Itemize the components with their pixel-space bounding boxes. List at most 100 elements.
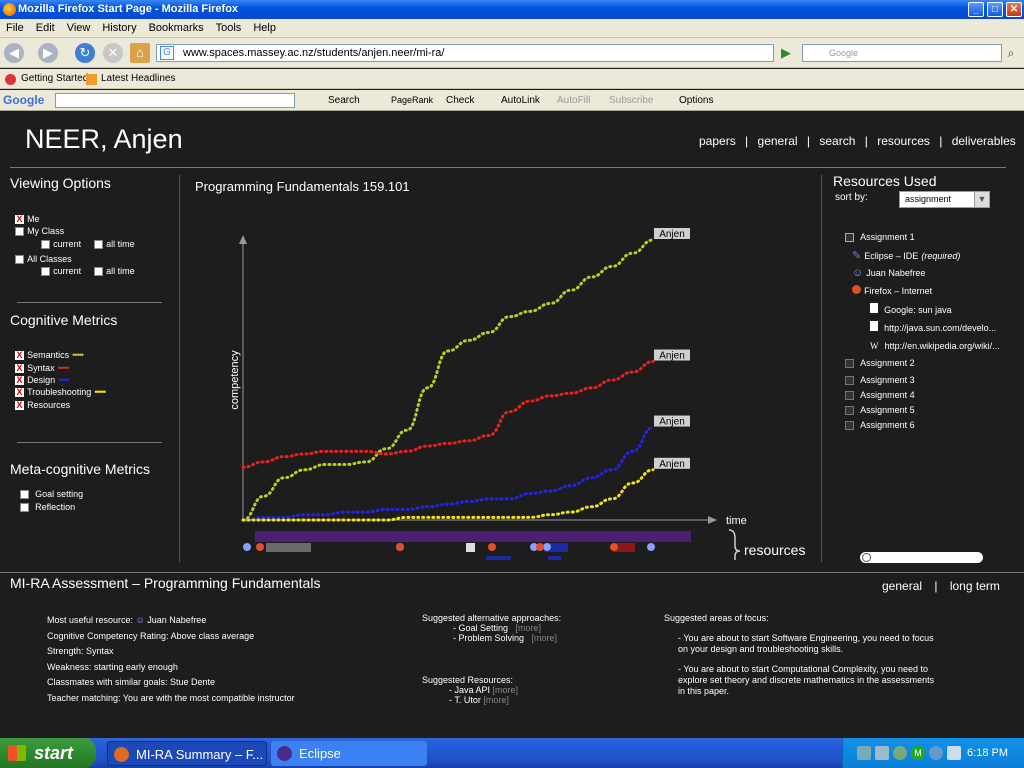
task-eclipse[interactable]: Eclipse [271,741,427,766]
meta-goal-setting[interactable]: Goal setting [20,488,83,500]
menu-bookmarks[interactable]: Bookmarks [143,19,210,38]
metric-design[interactable]: X Design ••••• [15,374,70,386]
window-titlebar[interactable]: Mozilla Firefox Start Page - Mozilla Fir… [0,0,1024,19]
url-input[interactable]: www.spaces.massey.ac.nz/students/anjen.n… [156,44,774,62]
home-icon[interactable]: ⌂ [130,43,150,63]
menu-help[interactable]: Help [247,19,282,38]
nav-deliverables[interactable]: deliverables [952,134,1016,148]
resource-java-sun[interactable]: http://java.sun.com/develo... [870,321,996,334]
tray-icon[interactable] [893,746,907,760]
viewing-my-class[interactable]: My Class [15,225,64,237]
timeline-slider[interactable] [860,552,983,563]
metric-resources[interactable]: X Resources [15,399,70,411]
assignment-6[interactable]: Assignment 6 [845,419,915,431]
pagerank-label[interactable]: PageRank [391,90,433,111]
more-link[interactable]: [more] [532,633,558,643]
menu-history[interactable]: History [96,19,142,38]
google-search-button[interactable]: Search [328,90,360,111]
tray-icon[interactable] [857,746,871,760]
check-button[interactable]: Check [446,90,474,111]
x-axis-label: time [726,515,747,527]
close-button[interactable]: ✕ [1006,2,1022,17]
metric-troubleshooting[interactable]: X Troubleshooting ••••• [15,386,106,398]
assignment-2[interactable]: Assignment 2 [845,357,915,369]
all-classes-all-time[interactable]: all time [94,265,135,277]
checkbox-icon[interactable] [15,226,24,236]
my-class-current[interactable]: current [41,238,81,250]
people-icon [543,543,551,551]
assignment-3[interactable]: Assignment 3 [845,374,915,386]
bookmark-getting-started[interactable]: Getting Started [21,69,88,89]
viewing-all-classes[interactable]: All Classes [15,253,72,265]
start-button[interactable]: . start [0,738,96,768]
stop-icon[interactable]: ✕ [103,43,123,63]
assessment-general-link[interactable]: general [882,579,922,593]
display-icon[interactable] [947,746,961,760]
assignment-1[interactable]: Assignment 1 [845,231,915,243]
forward-icon[interactable]: ▶ [38,43,58,63]
people-icon: ☺ [135,615,145,625]
go-icon[interactable]: ▶ [776,44,796,62]
metric-semantics[interactable]: X Semantics ••••• [15,349,84,361]
back-icon[interactable]: ◀ [4,43,24,63]
menu-edit[interactable]: Edit [30,19,61,38]
nav-papers[interactable]: papers [699,134,736,148]
more-link[interactable]: [more] [483,695,509,705]
tray-icon[interactable] [929,746,943,760]
task-mira-summary[interactable]: MI-RA Summary – F... [107,741,267,766]
messenger-icon[interactable]: M [911,746,925,760]
expand-icon[interactable] [845,405,854,415]
my-class-all-time[interactable]: all time [94,238,135,250]
sort-select[interactable]: assignment ▼ [899,191,990,208]
resource-wikipedia[interactable]: W http://en.wikipedia.org/wiki/... [870,340,1000,352]
nav-search[interactable]: search [819,134,855,148]
expand-icon[interactable] [845,375,854,385]
assignment-4[interactable]: Assignment 4 [845,389,915,401]
alt-approaches-title: Suggested alternative approaches: [422,613,562,623]
nav-general[interactable]: general [758,134,798,148]
viewing-me[interactable]: X Me [15,213,40,225]
series-label: Anjen [659,417,685,428]
assignment-5[interactable]: Assignment 5 [845,404,915,416]
options-button[interactable]: Options [679,90,713,111]
collapse-icon[interactable] [845,232,854,242]
search-icon[interactable]: ⌕ [1003,45,1019,61]
checked-icon[interactable]: X [15,214,24,224]
expand-icon[interactable] [845,390,854,400]
resource-google-sun-java[interactable]: Google: sun java [870,303,952,316]
assessment-long-term-link[interactable]: long term [950,579,1000,593]
resource-juan[interactable]: ☺ Juan Nabefree [852,267,925,279]
resource-firefox[interactable]: Firefox – Internet [852,285,932,297]
minimize-button[interactable]: _ [968,2,984,17]
more-link[interactable]: [more] [493,685,519,695]
resource-java-api: - Java API [more] [449,685,519,695]
all-classes-current[interactable]: current [41,265,81,277]
nav-resources[interactable]: resources [877,134,930,148]
system-tray: M 6:18 PM [842,738,1024,768]
maximize-button[interactable]: □ [987,2,1003,17]
autolink-button[interactable]: AutoLink [501,90,540,111]
google-search-input[interactable] [55,93,295,108]
menu-view[interactable]: View [61,19,97,38]
most-useful-resource: Most useful resource: ☺ Juan Nabefree [47,615,207,625]
expand-icon[interactable] [845,358,854,368]
expand-icon[interactable] [845,420,854,430]
search-input[interactable]: Google [802,44,1002,62]
slider-handle[interactable] [862,553,871,562]
resource-eclipse[interactable]: ✎ Eclipse – IDE (required) [852,249,960,262]
metric-syntax[interactable]: X Syntax ••••• [15,362,69,374]
bookmark-latest-headlines[interactable]: Latest Headlines [101,69,176,89]
more-link[interactable]: [more] [516,623,542,633]
meta-reflection[interactable]: Reflection [20,501,75,513]
people-icon: ☺ [852,267,864,279]
subscribe-button[interactable]: Subscribe [609,90,653,111]
network-icon[interactable] [875,746,889,760]
menu-file[interactable]: File [0,19,30,38]
chart-title: Programming Fundamentals 159.101 [195,179,410,194]
autofill-button[interactable]: AutoFill [557,90,590,111]
menu-tools[interactable]: Tools [210,19,248,38]
reload-icon[interactable]: ↻ [75,43,95,63]
chevron-down-icon[interactable]: ▼ [974,192,989,207]
google-logo[interactable]: Google [3,90,44,111]
people-icon [647,543,655,551]
